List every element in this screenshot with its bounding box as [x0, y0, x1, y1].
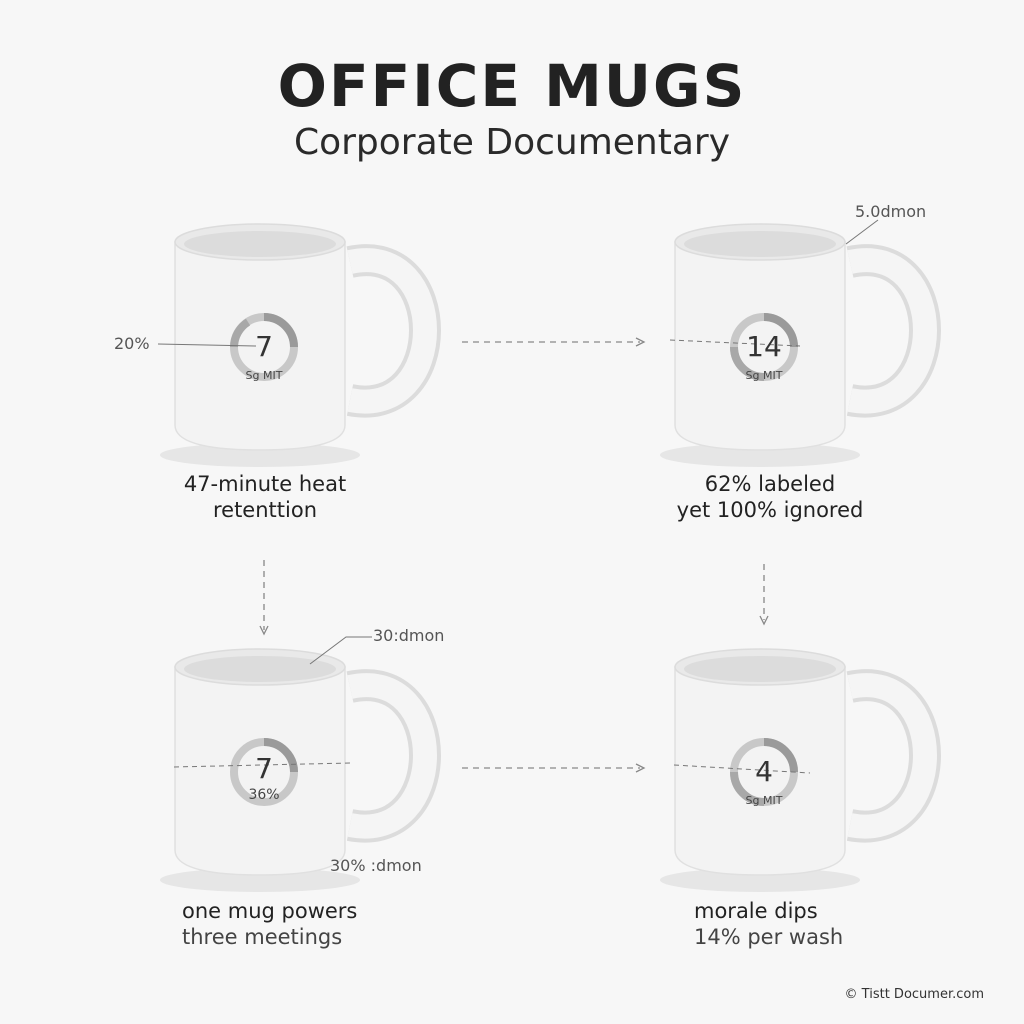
mug-2-caption: 62% labeled yet 100% ignored: [640, 471, 900, 523]
footer-credit: © Tistt Documer.com: [844, 987, 984, 1002]
mug-1-caption: 47-minute heat retenttion: [150, 471, 380, 523]
flow-arrow-bottom-right: [462, 763, 646, 773]
flow-arrow-left-down: [259, 560, 269, 636]
mug-2-caption-line-1: 62% labeled: [704, 472, 836, 496]
page-title: OFFICE MUGS: [277, 52, 747, 120]
mug-3-caption-line-1: one mug powers: [182, 899, 358, 923]
mug-3-annotation-leader: [309, 636, 372, 665]
mug-4: 4 Sg MIT: [660, 635, 941, 895]
mug-1-caption-line-1: 47-minute heat: [183, 472, 347, 496]
flow-arrow-top-right: [462, 337, 646, 347]
mug-3-caption-line-2: three meetings: [182, 925, 343, 949]
mug-1-annotation: 20%: [114, 334, 150, 353]
mug-3-annotation: 30:dmon: [373, 626, 445, 645]
mug-4-dial-value: 4: [755, 755, 773, 788]
mug-1-annotation-leader: [157, 343, 257, 347]
mug-1-dial-sublabel: Sg MIT: [245, 369, 283, 382]
mug-2: 14 Sg MIT: [660, 210, 941, 470]
mug-2-dial-value: 14: [746, 330, 782, 363]
page-subtitle: Corporate Documentary: [293, 122, 731, 163]
mug-2-annotation-leader: [845, 219, 879, 245]
mug-3-annotation-lower: 30% :dmon: [330, 856, 422, 875]
flow-arrow-right-down: [759, 564, 769, 626]
mug-3-caption: one mug powers three meetings: [182, 898, 357, 950]
mug-4-caption-line-1: morale dips: [694, 899, 818, 923]
mug-1-caption-line-2: retenttion: [212, 498, 317, 522]
mug-2-caption-line-2: yet 100% ignored: [676, 498, 864, 522]
mug-2-dial-sublabel: Sg MIT: [745, 369, 783, 382]
mug-4-caption: morale dips 14% per wash: [694, 898, 843, 950]
mug-3-dial-sublabel: 36%: [248, 787, 280, 803]
mug-3-dial-value: 7: [255, 752, 273, 785]
mug-4-caption-line-2: 14% per wash: [694, 925, 844, 949]
mug-4-dial-sublabel: Sg MIT: [745, 794, 783, 807]
